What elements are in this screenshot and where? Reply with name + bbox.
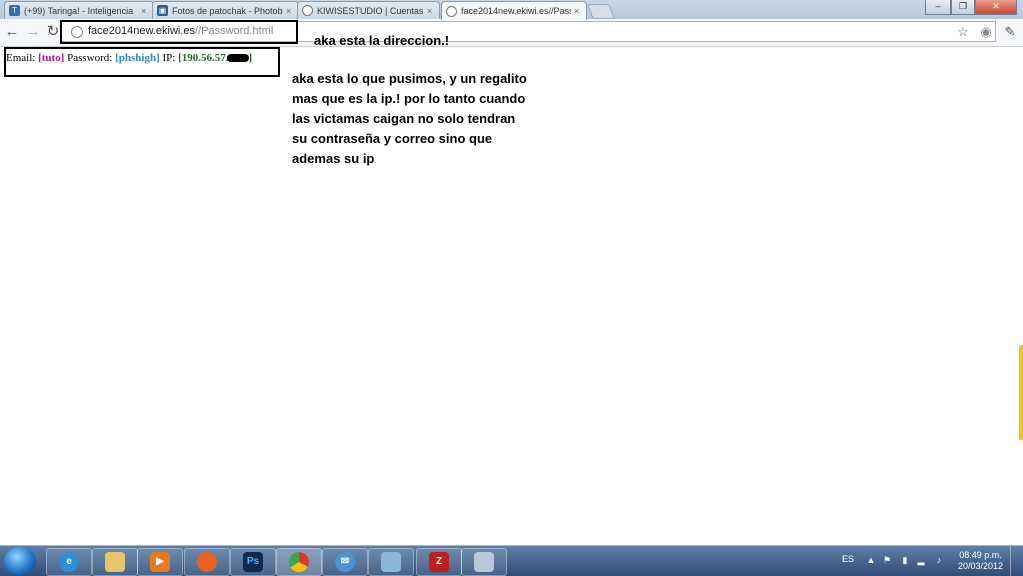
reload-icon[interactable]: ↻ [45,23,61,41]
ip-bracket: ] [248,52,253,64]
media-player-icon: ▶ [150,552,170,572]
taskbar-app[interactable] [368,548,414,576]
taskbar-ie[interactable]: e [46,548,92,576]
captured-credentials-line: Email: [tuto] Password: [phshigh] IP: [1… [6,52,252,64]
clock-time: 08:49 p.m. [959,550,1002,560]
close-tab-icon[interactable]: × [427,6,435,16]
close-tab-icon[interactable]: × [574,6,582,16]
window-controls: – ❐ ✕ [925,0,1017,15]
internet-explorer-icon: e [59,552,79,572]
window-app-icon [381,552,401,572]
network-signal-icon[interactable]: ▂ [916,555,926,565]
tab-photobucket[interactable]: ▣ Fotos de patochak - Photob × [152,1,299,19]
volume-icon[interactable]: ♪ [934,555,944,565]
scrollbar-marker[interactable] [1019,345,1023,440]
bookmark-star-icon[interactable]: ☆ [955,23,971,41]
windows-taskbar: e ▶ Ps ✉ Z ES ▲ ⚑ ▮ ▂ ♪ 08:49 p.m. 20/03… [0,545,1023,576]
system-tray: ES ▲ ⚑ ▮ ▂ ♪ 08:49 p.m. 20/03/2012 [836,546,1023,576]
globe-icon [302,5,313,16]
action-center-icon[interactable]: ⚑ [882,555,892,565]
back-arrow-icon[interactable]: ← [4,23,20,41]
clock-date: 20/03/2012 [958,561,1004,571]
tab-title: Fotos de patochak - Photob [172,5,283,16]
maximize-button[interactable]: ❐ [951,0,975,15]
forward-arrow-icon[interactable]: → [25,23,41,41]
new-tab-button[interactable] [587,4,615,19]
close-tab-icon[interactable]: × [286,6,294,16]
email-value: [tuto] [38,52,65,64]
taskbar-explorer[interactable] [92,548,138,576]
battery-icon[interactable]: ▮ [900,555,910,565]
wrench-icon[interactable]: ✎ [1002,23,1018,41]
clock[interactable]: 08:49 p.m. 20/03/2012 [958,550,1003,572]
chrome-icon [289,552,309,572]
close-tab-icon[interactable]: × [141,6,149,16]
taskbar-filezilla[interactable]: Z [416,548,462,576]
tab-title: KIWISESTUDIO | Cuentas [317,5,424,16]
taskbar-chrome[interactable] [276,548,322,576]
tray-expand-icon[interactable]: ▲ [866,555,876,565]
url-highlight-box [60,20,298,44]
tab-strip: T (+99) Taringa! - Inteligencia × ▣ Foto… [0,0,1023,20]
tab-title: (+99) Taringa! - Inteligencia [24,5,134,16]
taskbar-paint[interactable] [461,548,507,576]
tab-kiwisestudio[interactable]: KIWISESTUDIO | Cuentas × [297,1,440,19]
annotation-address: aka esta la direccion.! [314,33,450,48]
extension-icon[interactable]: ◉ [978,23,994,41]
taskbar-mediaplayer[interactable]: ▶ [137,548,183,576]
close-window-button[interactable]: ✕ [975,0,1017,15]
password-value: [phshigh] [115,52,160,64]
show-desktop-button[interactable] [1010,546,1023,576]
taskbar-messenger[interactable]: ✉ [322,548,368,576]
photobucket-icon: ▣ [157,5,168,16]
ip-value: [190.56.57. [178,52,229,64]
tab-face2014-active[interactable]: face2014new.ekiwi.es//Pass × [441,1,587,20]
language-indicator[interactable]: ES [842,554,854,564]
tab-taringa[interactable]: T (+99) Taringa! - Inteligencia × [4,1,154,19]
globe-icon [446,5,457,17]
paint-icon [474,552,494,572]
taringa-icon: T [9,5,20,16]
email-label: Email: [6,52,36,64]
tab-title: face2014new.ekiwi.es//Pass [461,6,571,16]
taskbar-firefox[interactable] [184,548,230,576]
taskbar-photoshop[interactable]: Ps [230,548,276,576]
redaction-scribble [226,54,249,63]
folder-icon [105,552,125,572]
messenger-icon: ✉ [335,552,355,572]
annotation-explanation: aka esta lo que pusimos, y un regalito m… [292,71,527,166]
firefox-icon [197,552,217,572]
password-label: Password: [67,52,113,64]
photoshop-icon: Ps [243,552,263,572]
minimize-button[interactable]: – [925,0,951,15]
start-button[interactable] [4,547,36,575]
filezilla-icon: Z [429,552,449,572]
ip-label: IP: [162,52,176,64]
